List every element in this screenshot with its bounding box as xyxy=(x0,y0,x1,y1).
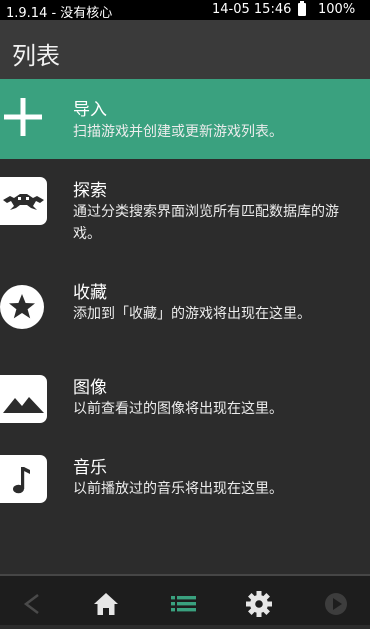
back-icon xyxy=(23,594,39,614)
bottom-navbar xyxy=(0,574,370,625)
status-battery: 100% xyxy=(318,2,356,17)
music-note-icon xyxy=(0,455,47,503)
list-button[interactable] xyxy=(153,576,213,625)
run-button[interactable] xyxy=(306,576,366,625)
menu-item-favorites[interactable]: 收藏 添加到「收藏」的游戏将出现在这里。 xyxy=(0,259,370,357)
back-button[interactable] xyxy=(2,576,62,625)
play-icon xyxy=(325,593,347,615)
menu-item-label: 探索 xyxy=(73,181,107,201)
menu-list: 导入 扫描游戏并创建或更新游戏列表。 探索 通过分类搜索界面浏览所有匹配数据库的… xyxy=(0,79,370,537)
menu-item-label: 导入 xyxy=(73,100,107,120)
home-icon xyxy=(94,593,118,615)
menu-item-desc: 以前播放过的音乐将出现在这里。 xyxy=(73,481,283,497)
status-bar: 1.9.14 - 没有核心 14-05 15:46 100% xyxy=(0,0,370,21)
retroarch-invader-icon xyxy=(0,177,47,225)
menu-item-desc: 通过分类搜索界面浏览所有匹配数据库的游戏。 xyxy=(73,204,339,242)
star-icon xyxy=(0,283,47,331)
list-icon xyxy=(171,596,196,612)
menu-item-music[interactable]: 音乐 以前播放过的音乐将出现在这里。 xyxy=(0,437,370,537)
plus-icon xyxy=(4,98,42,136)
status-time: 14-05 15:46 xyxy=(212,2,292,17)
gear-icon xyxy=(246,591,272,617)
page-title: 列表 xyxy=(12,42,60,70)
menu-item-explore[interactable]: 探索 通过分类搜索界面浏览所有匹配数据库的游戏。 xyxy=(0,159,370,259)
battery-icon xyxy=(298,1,306,16)
status-left-text: 1.9.14 - 没有核心 xyxy=(6,6,113,21)
menu-item-label: 图像 xyxy=(73,378,107,398)
image-icon xyxy=(0,375,47,423)
menu-item-desc: 扫描游戏并创建或更新游戏列表。 xyxy=(73,124,283,140)
menu-item-desc: 以前查看过的图像将出现在这里。 xyxy=(73,401,283,417)
menu-item-label: 收藏 xyxy=(73,283,107,303)
menu-item-images[interactable]: 图像 以前查看过的图像将出现在这里。 xyxy=(0,357,370,437)
menu-item-import[interactable]: 导入 扫描游戏并创建或更新游戏列表。 xyxy=(0,79,370,159)
home-button[interactable] xyxy=(76,576,136,625)
menu-item-label: 音乐 xyxy=(73,458,107,478)
settings-button[interactable] xyxy=(229,576,289,625)
menu-item-desc: 添加到「收藏」的游戏将出现在这里。 xyxy=(73,306,311,322)
app-header: 列表 xyxy=(0,20,370,79)
